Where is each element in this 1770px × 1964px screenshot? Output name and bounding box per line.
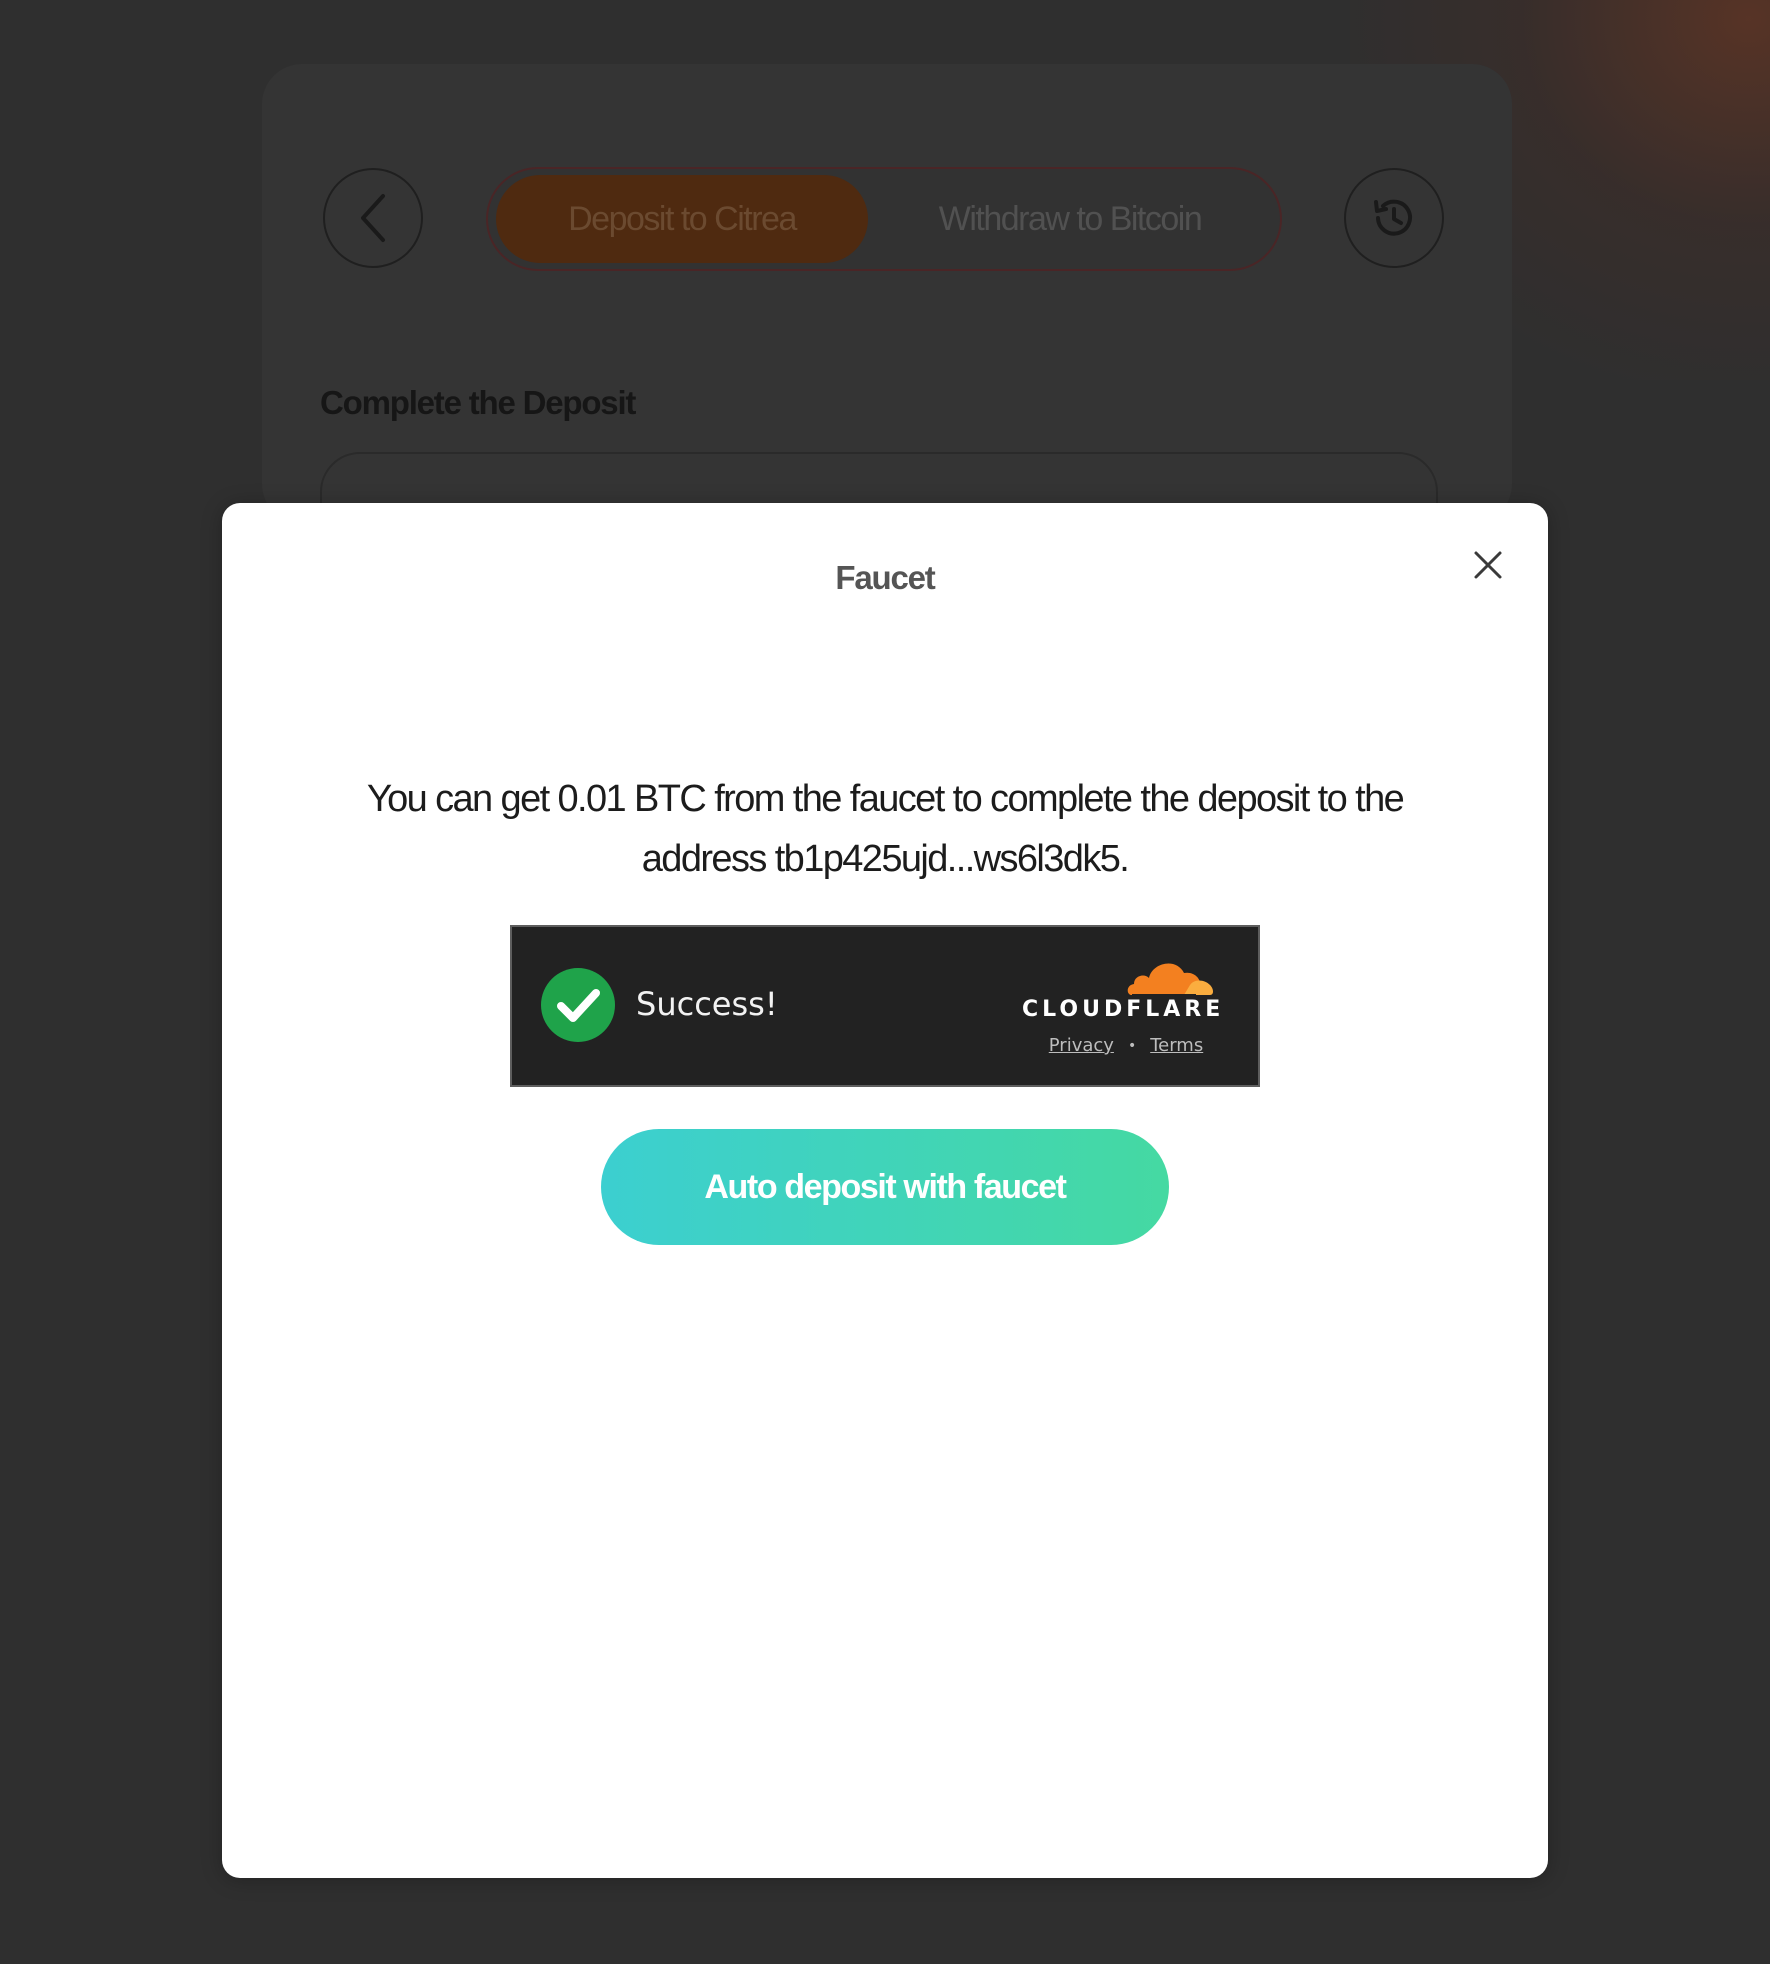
check-circle-icon (541, 968, 615, 1042)
complete-deposit-heading: Complete the Deposit (320, 384, 636, 421)
terms-link[interactable]: Terms (1150, 1035, 1203, 1056)
modal-title: Faucet (835, 559, 935, 596)
history-button[interactable] (1344, 168, 1444, 268)
history-icon (1374, 199, 1412, 236)
cloudflare-brand: CLOUDFLARE (1022, 997, 1225, 1022)
captcha-status: Success! (636, 985, 778, 1023)
faucet-modal: Faucet You can get 0.01 BTC from the fau… (222, 503, 1548, 1878)
privacy-link[interactable]: Privacy (1049, 1035, 1114, 1056)
close-button[interactable] (1470, 547, 1506, 583)
captcha-links: Privacy • Terms (1036, 1035, 1216, 1056)
chevron-left-icon (361, 194, 385, 242)
close-icon (1474, 551, 1502, 579)
tab-deposit-to-citrea[interactable]: Deposit to Citrea (496, 175, 868, 263)
cloudflare-captcha[interactable]: Success! CLOUDFLARE Privacy • Terms (510, 925, 1260, 1087)
back-button[interactable] (323, 168, 423, 268)
link-separator: • (1127, 1037, 1137, 1054)
tab-withdraw-to-bitcoin[interactable]: Withdraw to Bitcoin (868, 175, 1272, 263)
faucet-message: You can get 0.01 BTC from the faucet to … (366, 778, 1405, 880)
auto-deposit-button[interactable]: Auto deposit with faucet (601, 1129, 1169, 1245)
tab-switch: Deposit to Citrea Withdraw to Bitcoin (486, 167, 1282, 271)
cloudflare-logo (1127, 963, 1213, 996)
